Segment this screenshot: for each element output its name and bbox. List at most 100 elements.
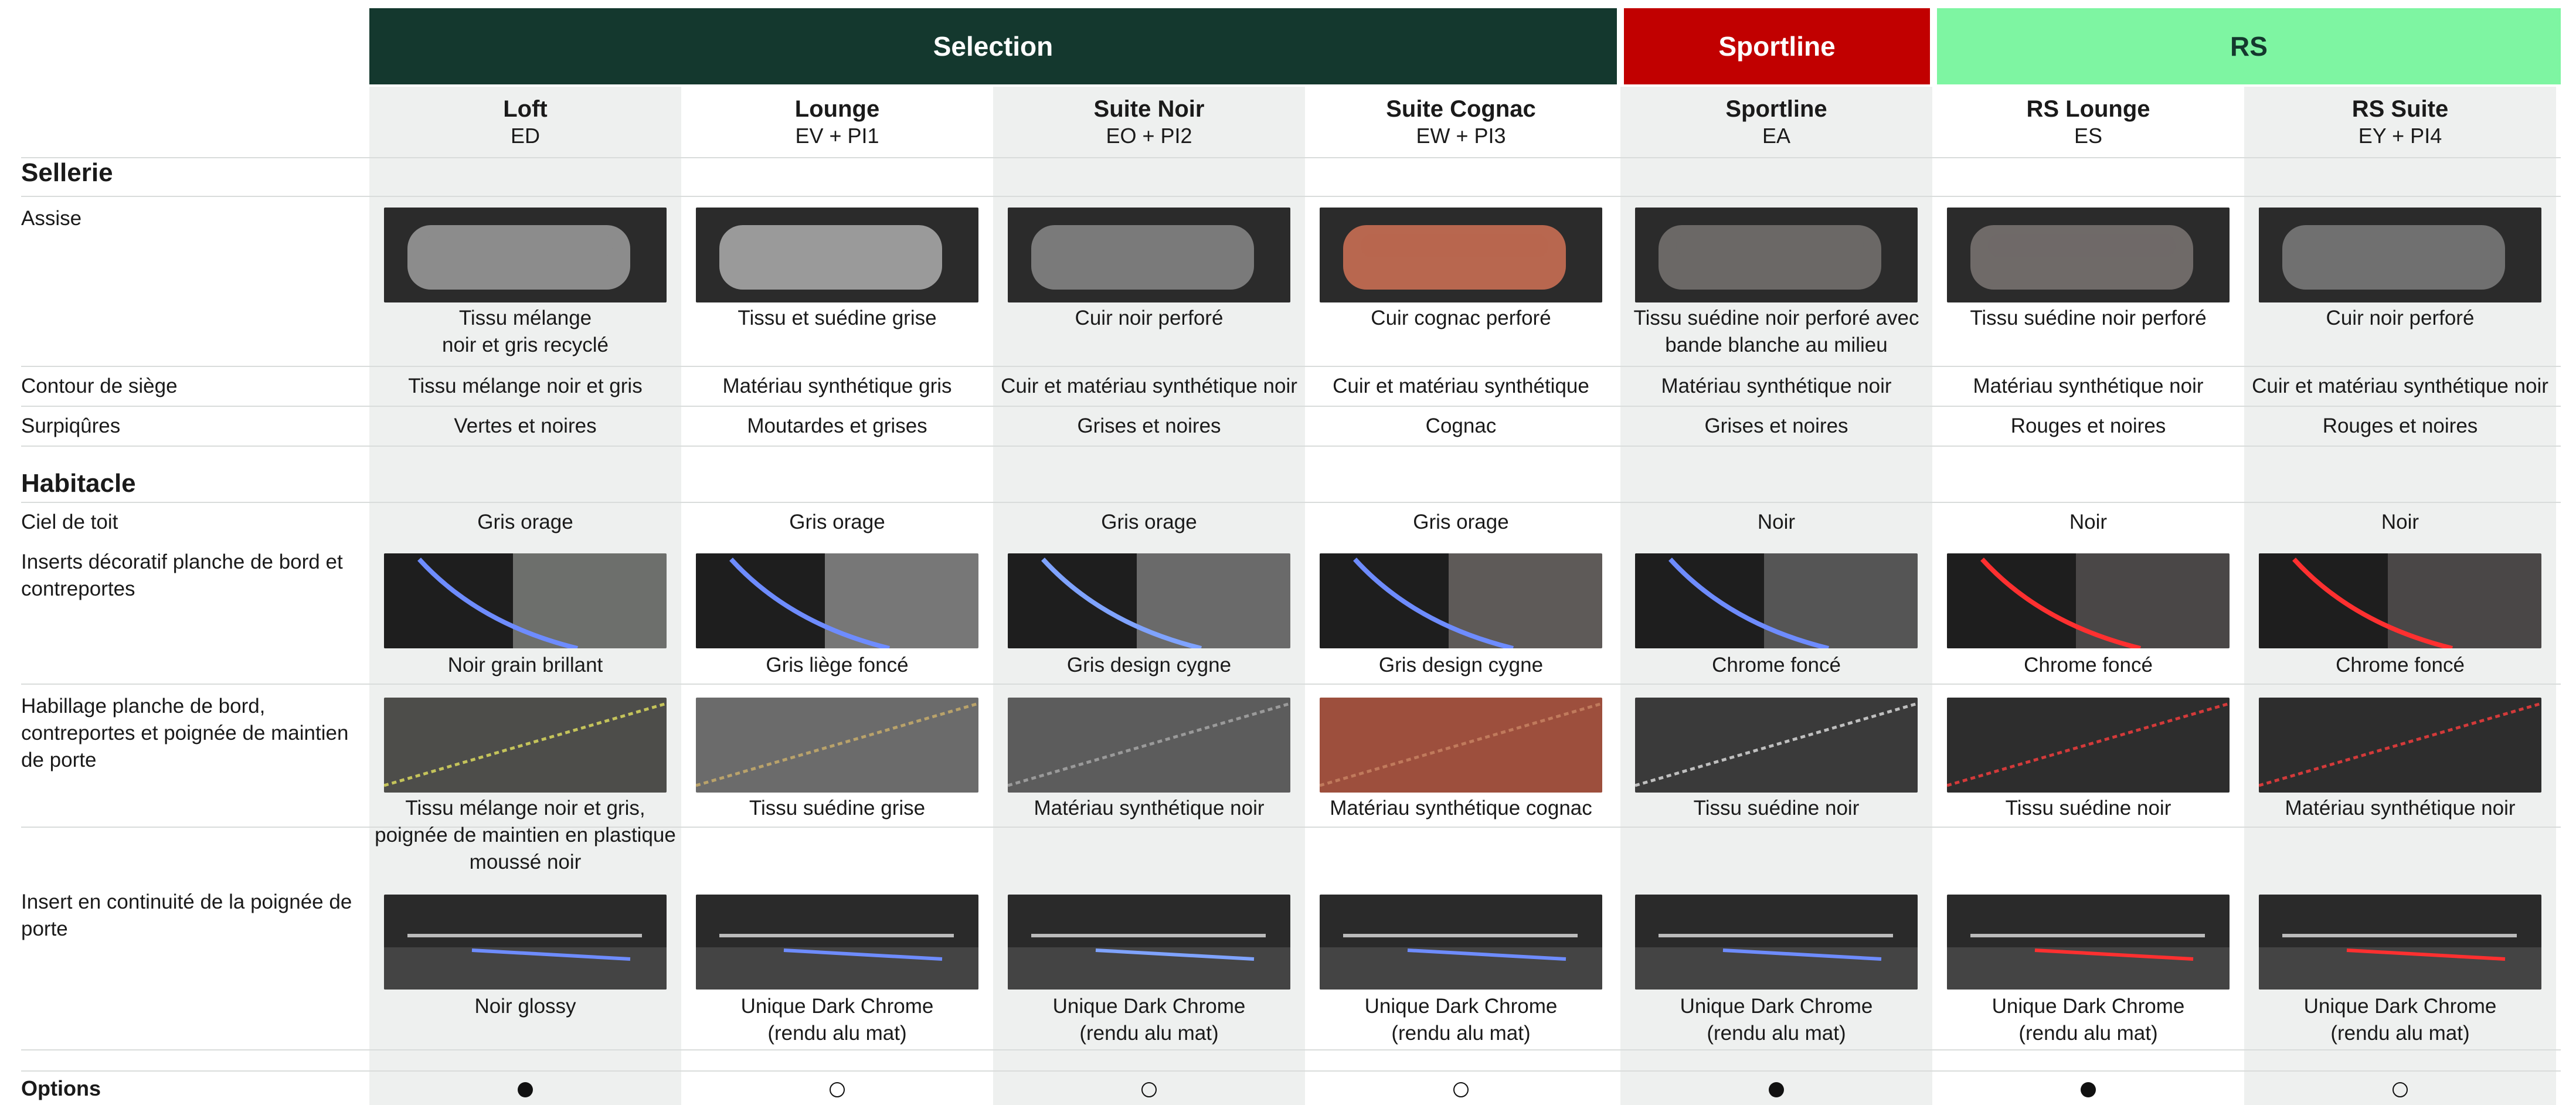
- row-label-continuite: Insert en continuité de la poignée de po…: [21, 890, 352, 940]
- material-swatch-image: [1320, 895, 1602, 990]
- cell-value: Matériau synthétique noir: [2285, 797, 2516, 820]
- material-swatch-image: [1635, 698, 1918, 793]
- cell-value: Vertes et noires: [454, 414, 597, 437]
- cell-value: Tissu mélange noir et gris: [408, 375, 643, 397]
- cell-value: Moutardes et grises: [747, 414, 927, 437]
- column-header: RS Lounge ES: [1932, 88, 2244, 157]
- column-title: Loft: [503, 96, 548, 122]
- row-divider: [21, 196, 2561, 197]
- material-swatch-image: [1947, 208, 2230, 302]
- column-code: ED: [510, 124, 540, 148]
- group-header-sportline: Sportline: [1624, 8, 1930, 84]
- filled-dot-icon: [2081, 1082, 2096, 1097]
- cell-value: Chrome foncé: [2336, 654, 2465, 676]
- cell-value: Cuir et matériau synthétique noir: [2252, 375, 2548, 397]
- material-swatch-image: [384, 895, 667, 990]
- row-divider: [21, 406, 2561, 407]
- material-swatch-image: [2259, 698, 2541, 793]
- row-label-surpiqures: Surpiqûres: [21, 414, 121, 437]
- cell-value: Chrome foncé: [2024, 654, 2153, 676]
- material-swatch-image: [1947, 698, 2230, 793]
- cell-value: Tissu suédine grise: [749, 797, 926, 820]
- material-swatch-image: [1947, 895, 2230, 990]
- row-label-inserts: Inserts décoratif planche de bord et con…: [21, 550, 343, 600]
- cell-value: Tissu suédine noir perforé: [1970, 307, 2207, 329]
- material-swatch-image: [1008, 895, 1290, 990]
- column-title: Suite Noir: [1093, 96, 1205, 122]
- material-swatch-image: [1635, 553, 1918, 648]
- empty-dot-icon: [1453, 1082, 1469, 1097]
- cell-value: Grises et noires: [1704, 414, 1848, 437]
- cell-value: Cuir et matériau synthétique noir: [1001, 375, 1297, 397]
- cell-value: Tissu mélange noir et gris recyclé: [442, 307, 609, 356]
- cell-value: Grises et noires: [1077, 414, 1221, 437]
- material-swatch-image: [1008, 698, 1290, 793]
- column-code: EA: [1762, 124, 1791, 148]
- material-swatch-image: [1008, 553, 1290, 648]
- row-divider: [21, 1070, 2561, 1072]
- cell-value: Matériau synthétique cognac: [1330, 797, 1592, 820]
- material-swatch-image: [2259, 208, 2541, 302]
- material-swatch-image: [1320, 698, 1602, 793]
- row-label-habillage: Habillage planche de bord, contreportes …: [21, 695, 349, 771]
- column-header: Suite Cognac EW + PI3: [1305, 88, 1617, 157]
- cell-value: Tissu mélange noir et gris, poignée de m…: [375, 797, 676, 873]
- column-code: ES: [2074, 124, 2103, 148]
- row-label-ciel: Ciel de toit: [21, 511, 118, 533]
- row-label-assise: Assise: [21, 207, 82, 230]
- cell-value: Cuir noir perforé: [2326, 307, 2475, 329]
- cell-value: Rouges et noires: [2010, 414, 2166, 437]
- material-swatch-image: [2259, 895, 2541, 990]
- cell-value: Gris design cygne: [1378, 654, 1544, 676]
- cell-value: Gris orage: [789, 511, 885, 533]
- material-swatch-image: [1947, 553, 2230, 648]
- cell-value: Noir: [2069, 511, 2108, 533]
- cell-value: Chrome foncé: [1712, 654, 1841, 676]
- cell-value: Tissu suédine noir perforé avec bande bl…: [1633, 307, 1919, 356]
- material-swatch-image: [696, 895, 978, 990]
- cell-value: Tissu suédine noir: [1693, 797, 1860, 820]
- column-code: EY + PI4: [2358, 124, 2442, 148]
- cell-value: Noir glossy: [474, 995, 576, 1018]
- cell-value: Unique Dark Chrome (rendu alu mat): [1992, 995, 2185, 1045]
- material-swatch-image: [384, 698, 667, 793]
- cell-value: Tissu et suédine grise: [738, 307, 937, 329]
- row-divider: [21, 366, 2561, 367]
- row-divider: [21, 1049, 2561, 1050]
- material-swatch-image: [1008, 208, 1290, 302]
- column-title: RS Suite: [2351, 96, 2449, 122]
- row-divider: [21, 684, 2561, 685]
- cell-value: Cuir et matériau synthétique: [1333, 375, 1589, 397]
- column-header: Suite Noir EO + PI2: [993, 88, 1305, 157]
- material-swatch-image: [696, 553, 978, 648]
- row-divider: [21, 502, 2561, 503]
- column-title: Sportline: [1725, 96, 1827, 122]
- material-swatch-image: [384, 553, 667, 648]
- cell-value: Gris orage: [1413, 511, 1509, 533]
- cell-value: Unique Dark Chrome (rendu alu mat): [740, 995, 934, 1045]
- cell-value: Gris design cygne: [1066, 654, 1232, 676]
- material-swatch-image: [1635, 208, 1918, 302]
- column-code: EO + PI2: [1106, 124, 1192, 148]
- column-title: Suite Cognac: [1386, 96, 1536, 122]
- section-title-sellerie: Sellerie: [21, 158, 113, 187]
- cell-value: Unique Dark Chrome (rendu alu mat): [2303, 995, 2497, 1045]
- cell-value: Unique Dark Chrome (rendu alu mat): [1052, 995, 1246, 1045]
- section-title-options: Options: [21, 1076, 101, 1100]
- material-swatch-image: [1635, 895, 1918, 990]
- filled-dot-icon: [518, 1082, 533, 1097]
- cell-value: Noir: [1757, 511, 1796, 533]
- group-header-selection: Selection: [369, 8, 1617, 84]
- column-code: EW + PI3: [1416, 124, 1506, 148]
- column-header: Lounge EV + PI1: [681, 88, 993, 157]
- cell-value: Matériau synthétique gris: [722, 375, 952, 397]
- cell-value: Unique Dark Chrome (rendu alu mat): [1364, 995, 1558, 1045]
- row-label-contour: Contour de siège: [21, 375, 178, 397]
- material-swatch-image: [2259, 553, 2541, 648]
- cell-value: Gris orage: [1101, 511, 1197, 533]
- cell-value: Cuir noir perforé: [1075, 307, 1224, 329]
- column-title: Lounge: [794, 96, 880, 122]
- cell-value: Gris liège foncé: [766, 654, 909, 676]
- column-code: EV + PI1: [795, 124, 879, 148]
- material-swatch-image: [1320, 208, 1602, 302]
